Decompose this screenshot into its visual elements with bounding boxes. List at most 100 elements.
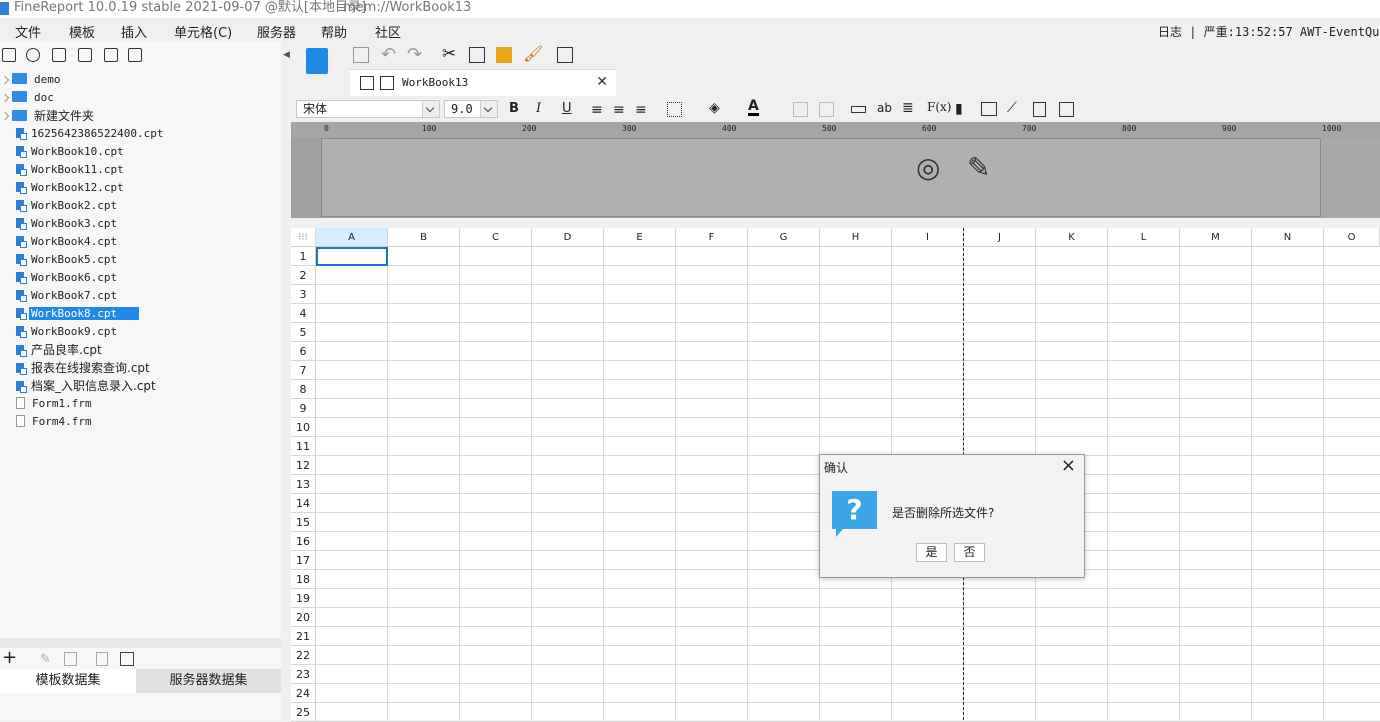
chart-icon[interactable]: ▮ [955,101,963,117]
tree-file[interactable]: WorkBook5.cpt [12,251,119,269]
row-header[interactable]: 21 [291,627,316,646]
border-icon[interactable] [667,102,682,117]
menu-insert[interactable]: 插入 [121,22,147,41]
align-center-icon[interactable]: ≡ [613,102,625,118]
server-dataset-icon[interactable] [120,652,134,666]
font-family-select[interactable]: 宋体 [296,100,440,118]
font-color-icon[interactable]: A [748,99,759,116]
menu-cell[interactable]: 单元格(C) [174,22,232,41]
column-header[interactable]: B [388,228,460,247]
template-icon[interactable] [306,48,328,74]
tree-file[interactable]: WorkBook12.cpt [12,179,126,197]
menu-template[interactable]: 模板 [69,22,95,41]
edit-dataset-icon[interactable]: ✎ [40,652,51,667]
copy-icon[interactable] [469,47,485,63]
row-header[interactable]: 9 [291,399,316,418]
row-header[interactable]: 13 [291,475,316,494]
delete-icon[interactable] [104,48,118,62]
row-header[interactable]: 12 [291,456,316,475]
collapse-arrow-icon[interactable]: ◀ [283,50,290,60]
copy-icon[interactable] [128,48,142,62]
row-header[interactable]: 24 [291,684,316,703]
unmerge-cell-icon[interactable] [819,102,834,117]
italic-button[interactable]: I [536,101,541,116]
close-tab-icon[interactable]: ✕ [596,74,608,90]
tree-file[interactable]: WorkBook7.cpt [12,287,119,305]
column-header[interactable]: E [604,228,676,247]
rich-text-icon[interactable]: ≣ [902,100,914,116]
row-header[interactable]: 25 [291,703,316,722]
cut-icon[interactable]: ✂ [442,44,456,64]
pencil-icon[interactable]: ✎ [967,151,990,184]
menu-file[interactable]: 文件 [15,22,41,41]
tab-server-dataset[interactable]: 服务器数据集 [136,669,281,693]
preview-dataset-icon[interactable] [96,652,108,666]
more-icon[interactable] [1059,102,1074,117]
tree-folder-demo[interactable]: demo [0,71,63,89]
column-header[interactable]: M [1180,228,1252,247]
settings-icon[interactable] [78,48,92,62]
document-tab[interactable]: WorkBook13 ✕ [350,69,616,96]
column-header[interactable]: L [1108,228,1180,247]
log-status[interactable]: 日志 | 严重:13:52:57 AWT-EventQueue-0 [1158,23,1380,40]
font-size-select[interactable]: 9.0 [444,100,498,118]
fill-color-icon[interactable]: ◈ [709,100,720,116]
tree-file[interactable]: 档案_入职信息录入.cpt [12,377,158,395]
no-button[interactable]: 否 [954,543,985,562]
underline-button[interactable]: U [562,101,572,116]
column-header[interactable]: F [676,228,748,247]
column-header[interactable]: D [532,228,604,247]
selected-cell[interactable] [316,247,388,266]
tree-file[interactable]: 1625642386522400.cpt [12,125,165,143]
tree-file-selected[interactable]: WorkBook8.cpt [12,305,140,323]
menu-server[interactable]: 服务器 [257,22,296,41]
new-folder-icon[interactable] [2,48,16,62]
row-header[interactable]: 11 [291,437,316,456]
row-header[interactable]: 7 [291,361,316,380]
row-header[interactable]: 19 [291,589,316,608]
tree-file[interactable]: WorkBook11.cpt [12,161,126,179]
row-header[interactable]: 22 [291,646,316,665]
tree-folder-doc[interactable]: doc [0,89,56,107]
tree-file[interactable]: 产品良率.cpt [12,341,104,359]
row-header[interactable]: 4 [291,304,316,323]
row-header[interactable]: 1 [291,247,316,266]
tree-file[interactable]: WorkBook9.cpt [12,323,119,341]
format-painter-icon[interactable]: 🖌 [523,44,543,63]
slash-icon[interactable]: ⟋ [1007,100,1017,116]
merge-cell-icon[interactable] [793,102,808,117]
panel-splitter[interactable]: ◀ [281,42,291,720]
tree-file[interactable]: 报表在线搜索查询.cpt [12,359,152,377]
edit-icon[interactable] [52,48,66,62]
row-header[interactable]: 20 [291,608,316,627]
formula-icon[interactable]: F(x) [927,100,951,114]
tree-file[interactable]: WorkBook2.cpt [12,197,119,215]
save-icon[interactable] [353,47,369,63]
undo-icon[interactable]: ↶ [381,44,396,65]
insert-bar-icon[interactable] [851,106,866,113]
row-header[interactable]: 14 [291,494,316,513]
preview-icon[interactable] [557,47,573,63]
image-icon[interactable] [981,102,997,116]
column-header[interactable]: H [820,228,892,247]
menu-community[interactable]: 社区 [375,22,401,41]
column-header[interactable]: G [748,228,820,247]
align-right-icon[interactable]: ≡ [635,102,647,118]
expand-icon[interactable] [0,75,10,85]
row-header[interactable]: 6 [291,342,316,361]
expand-icon[interactable] [0,111,10,121]
expand-icon[interactable] [0,93,10,103]
subreport-icon[interactable] [1033,102,1046,117]
text-icon[interactable]: ab [877,101,892,115]
row-header[interactable]: 2 [291,266,316,285]
bold-button[interactable]: B [509,101,519,116]
tree-file[interactable]: WorkBook6.cpt [12,269,119,287]
hide-eye-icon[interactable]: ◎ [916,151,940,184]
dialog-close-icon[interactable]: × [1061,455,1076,476]
delete-dataset-icon[interactable] [64,652,77,666]
tree-file[interactable]: Form4.frm [12,413,94,431]
paste-icon[interactable] [496,47,512,63]
yes-button[interactable]: 是 [916,543,947,562]
redo-icon[interactable]: ↷ [407,44,422,65]
column-header[interactable]: A [316,228,388,247]
